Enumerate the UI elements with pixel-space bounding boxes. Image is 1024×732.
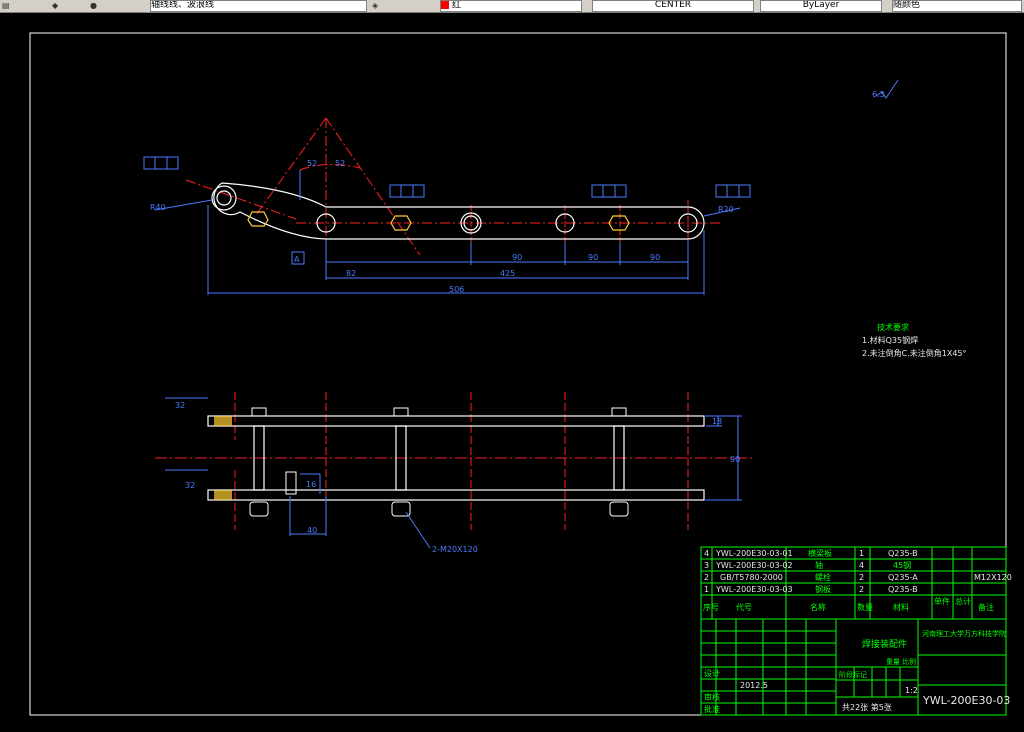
bom-header-qty: 数量 [857,602,873,612]
roughness-symbol: 6.3 [872,79,899,99]
link-plate-front [211,182,705,240]
bom-qty: 1 [859,549,864,558]
bom-name: 螺栓 [815,572,831,582]
bom-header-name: 名称 [810,602,826,612]
company-name: 河南理工大学万方科技学院 [922,629,1006,638]
layer-state-icon[interactable]: ◆ [52,1,62,10]
dim-90c: 90 [650,253,660,262]
bom-name: 横梁板 [808,548,832,558]
lineweight-dropdown[interactable]: ByLayer [760,0,882,12]
bom-material: 45钢 [893,560,911,570]
bom-material: Q235-A [888,573,918,582]
bolt-callout: 2-M20X120 [432,545,478,554]
bom-header-code: 代号 [736,602,752,612]
ratio-label: 比例 [902,657,916,666]
layer-dropdown-value: 轴线线、波浪线 [151,0,215,10]
dim-32a: 32 [175,401,185,410]
bom-note: M12X120 [974,573,1012,582]
dim-angle-a: 52 [307,159,317,168]
bom-qty: 2 [859,573,864,582]
bom-name: 钢板 [815,584,831,594]
dimensions-bottom [165,397,742,549]
bom-no: 2 [704,573,709,582]
bom-no: 4 [704,549,709,558]
roughness-label: 6.3 [872,90,885,99]
bom-material: Q235-B [888,585,918,594]
stage-label: 阶段标记 [839,670,867,679]
dim-90b: 90 [588,253,598,262]
bom-qty: 2 [859,585,864,594]
dim-r40: R40 [150,203,166,212]
nuts-front [247,211,630,231]
bom-qty: 4 [859,561,864,570]
dim-total: 506 [449,285,464,294]
drawing-canvas[interactable]: 6.3 506 425 82 90 90 90 R40 R20 52 52 A … [0,13,1024,728]
notes-line2: 2.未注倒角C.未注倒角1X45° [862,348,967,358]
layer-bulb-icon[interactable]: ● [90,1,100,10]
plotstyle-dropdown[interactable]: 随颜色 [892,0,1022,12]
designer-label: 设计 [704,668,720,678]
linetype-dropdown[interactable]: CENTER [592,0,754,12]
check-label: 审核 [704,692,720,702]
linetype-dropdown-value: CENTER [654,0,692,10]
datum-a: A [294,255,300,264]
bom-material: Q235-B [888,549,918,558]
dim-r20: R20 [718,205,734,214]
bom-name: 轴 [815,560,823,570]
bom-header-note: 备注 [978,602,994,612]
dimensions-front [154,170,741,295]
lineweight-dropdown-value: ByLayer [802,0,840,10]
color-dropdown-value: 红 [452,0,462,11]
color-dropdown[interactable]: 红 [440,0,582,12]
dim-425: 425 [500,269,515,278]
bom-header-total: 总计 [955,596,971,606]
layer-dropdown[interactable]: 轴线线、波浪线 [150,0,367,12]
weight-label: 重量 [886,658,900,666]
cad-drawing: 6.3 506 425 82 90 90 90 R40 R20 52 52 A … [29,32,1012,716]
layer-manager-icon[interactable]: ▤ [2,1,12,10]
drawing-border [29,32,1007,716]
drawing-number: YWL-200E30-03 [922,694,1010,707]
centerlines-front [185,117,720,256]
bom-code: YWL-200E30-03-03 [715,585,793,594]
dim-32b: 32 [185,481,195,490]
date-value: 2012.5 [740,681,768,690]
notes-line1: 1.材料Q35钢焊 [862,335,918,345]
bom-header-no: 序号 [703,602,719,612]
notes-title: 技术要求 [877,322,909,332]
scale-value: 1:2 [905,686,918,695]
approve-label: 批准 [704,704,720,714]
dim-16: 16 [306,480,316,489]
dim-82: 82 [346,269,356,278]
dim-angle-b: 52 [335,159,345,168]
bom-no: 3 [704,561,709,570]
sheet-count: 共22张 第5张 [842,702,892,712]
dim-18: 18 [712,417,722,426]
tolerance-frames [143,156,751,265]
centerlines-bottom [155,392,755,530]
bom-no: 1 [704,585,709,594]
bom-header-weight: 单件 [934,596,950,606]
dim-40: 40 [307,526,317,535]
properties-toolbar: ▤ ◆ ● 轴线线、波浪线 ◈ 红 CENTER ByLayer 随颜色 [0,0,1024,13]
plotstyle-dropdown-value: 随颜色 [893,0,921,10]
bom-code: YWL-200E30-03-01 [715,549,793,558]
bom-code: YWL-200E30-03-02 [715,561,793,570]
dim-90a: 90 [512,253,522,262]
bom-rows: 4 YWL-200E30-03-01 横梁板 1 Q235-B 3 YWL-20… [703,548,1012,612]
make-current-layer-icon[interactable]: ◈ [372,1,382,10]
dim-90v: 90 [730,455,740,464]
bom-code: GB/T5780-2000 [720,573,783,582]
bom-header-material: 材料 [893,602,909,612]
part-name: 焊接装配件 [862,638,907,650]
color-swatch [441,1,449,9]
